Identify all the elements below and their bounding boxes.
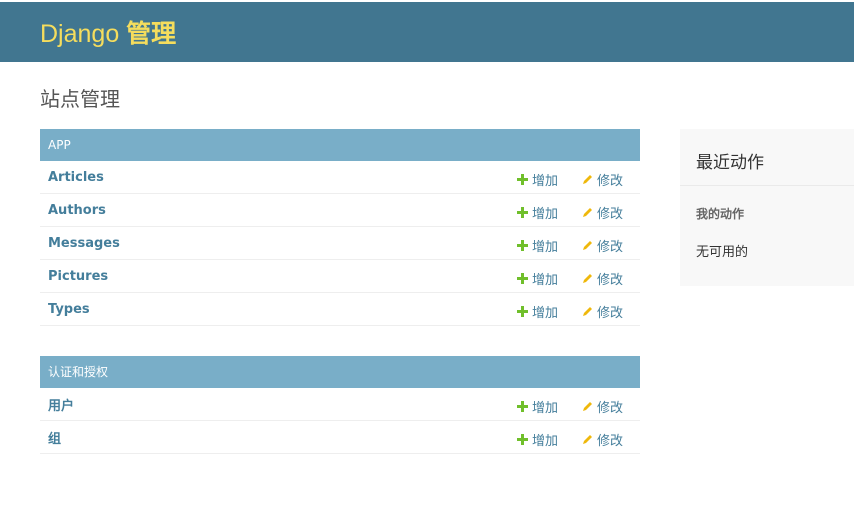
add-button[interactable]: 增加	[517, 397, 558, 416]
pencil-icon	[582, 401, 593, 412]
table-row: Types 增加 修改	[40, 293, 640, 326]
pencil-icon	[582, 306, 593, 317]
module-auth: 认证和授权 用户 增加 修改 组 增加 修改	[40, 356, 640, 454]
module-app: APP Articles 增加 修改 Authors 增加 修改 Message…	[40, 129, 640, 326]
change-label: 修改	[597, 401, 624, 416]
pencil-icon	[582, 174, 593, 185]
module-caption[interactable]: APP	[40, 129, 640, 161]
change-label: 修改	[597, 207, 624, 222]
add-button[interactable]: 增加	[517, 236, 558, 255]
add-label: 增加	[532, 207, 559, 222]
module-caption[interactable]: 认证和授权	[40, 356, 640, 388]
change-button[interactable]: 修改	[582, 269, 623, 288]
plus-icon	[517, 240, 528, 251]
table-row: Articles 增加 修改	[40, 161, 640, 194]
recent-actions-title: 最近动作	[680, 129, 854, 186]
add-button[interactable]: 增加	[517, 203, 558, 222]
change-button[interactable]: 修改	[582, 203, 623, 222]
site-branding[interactable]: Django 管理	[40, 14, 176, 50]
change-label: 修改	[597, 434, 624, 449]
change-button[interactable]: 修改	[582, 430, 623, 449]
table-row: Pictures 增加 修改	[40, 260, 640, 293]
my-actions-heading: 我的动作	[696, 207, 745, 221]
change-button[interactable]: 修改	[582, 397, 623, 416]
table-row: 组 增加 修改	[40, 421, 640, 454]
change-button[interactable]: 修改	[582, 236, 623, 255]
add-label: 增加	[532, 273, 559, 288]
table-row: Authors 增加 修改	[40, 194, 640, 227]
page-title: 站点管理	[40, 87, 120, 111]
brand-text: Django	[40, 20, 127, 48]
plus-icon	[517, 174, 528, 185]
add-label: 增加	[532, 401, 559, 416]
header-bar: Django 管理	[0, 2, 854, 62]
plus-icon	[517, 306, 528, 317]
change-label: 修改	[597, 306, 624, 321]
plus-icon	[517, 207, 528, 218]
add-label: 增加	[532, 174, 559, 189]
pencil-icon	[582, 240, 593, 251]
plus-icon	[517, 434, 528, 445]
plus-icon	[517, 273, 528, 284]
change-label: 修改	[597, 273, 624, 288]
change-label: 修改	[597, 174, 624, 189]
pencil-icon	[582, 273, 593, 284]
pencil-icon	[582, 207, 593, 218]
table-row: 用户 增加 修改	[40, 388, 640, 421]
add-button[interactable]: 增加	[517, 269, 558, 288]
plus-icon	[517, 401, 528, 412]
recent-actions-panel: 最近动作 我的动作 无可用的	[680, 129, 854, 286]
add-label: 增加	[532, 306, 559, 321]
add-button[interactable]: 增加	[517, 430, 558, 449]
add-button[interactable]: 增加	[517, 302, 558, 321]
brand-text-strong: 管理	[126, 20, 177, 48]
add-label: 增加	[532, 434, 559, 449]
change-label: 修改	[597, 240, 624, 255]
no-actions-text: 无可用的	[696, 245, 749, 260]
add-button[interactable]: 增加	[517, 170, 558, 189]
pencil-icon	[582, 434, 593, 445]
table-row: Messages 增加 修改	[40, 227, 640, 260]
add-label: 增加	[532, 240, 559, 255]
change-button[interactable]: 修改	[582, 302, 623, 321]
change-button[interactable]: 修改	[582, 170, 623, 189]
